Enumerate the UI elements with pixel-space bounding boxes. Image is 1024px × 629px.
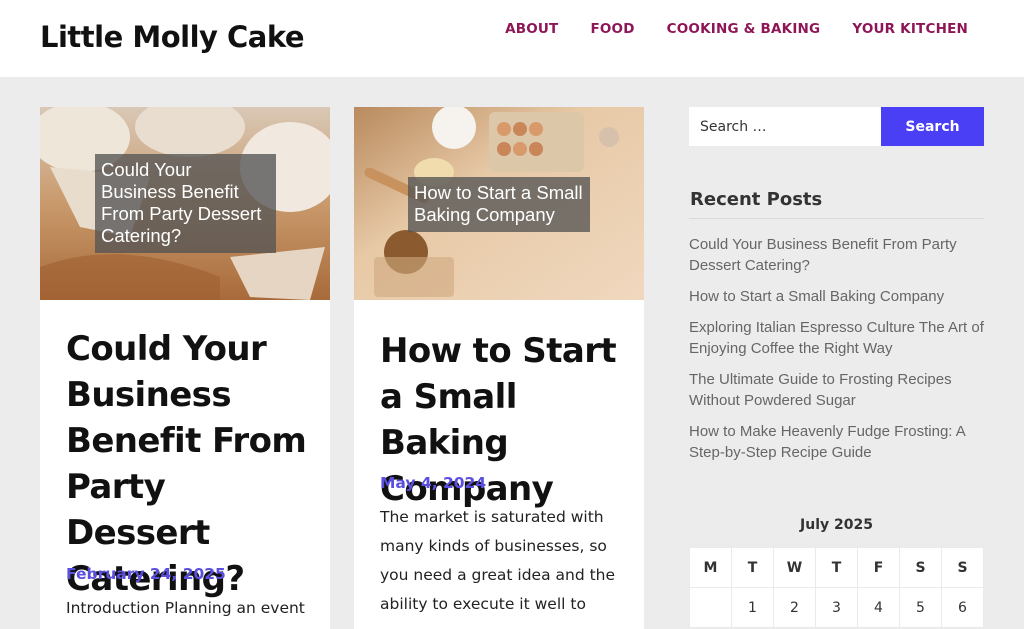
post-thumbnail[interactable]: How to Start a Small Baking Company	[354, 107, 644, 300]
weekday-header: S	[899, 547, 942, 588]
calendar: M T W T F S S 1 2 3 4 5 6	[689, 547, 984, 628]
recent-posts-title: Recent Posts	[690, 189, 823, 210]
calendar-day: 2	[773, 587, 816, 628]
calendar-day: 6	[941, 587, 984, 628]
post-date[interactable]: May 4, 2024	[380, 474, 486, 492]
weekday-header: T	[731, 547, 774, 588]
recent-post-link[interactable]: The Ultimate Guide to Frosting Recipes W…	[689, 371, 952, 409]
list-item: Could Your Business Benefit From Party D…	[689, 234, 984, 276]
calendar-day: 1	[731, 587, 774, 628]
recent-post-link[interactable]: How to Start a Small Baking Company	[689, 288, 944, 305]
recent-post-link[interactable]: How to Make Heavenly Fudge Frosting: A S…	[689, 423, 965, 461]
calendar-day: 5	[899, 587, 942, 628]
recent-posts-list: Could Your Business Benefit From Party D…	[689, 234, 984, 473]
post-card: How to Start a Small Baking Company How …	[354, 107, 644, 629]
calendar-day: 4	[857, 587, 900, 628]
post-title[interactable]: Could Your Business Benefit From Party D…	[66, 326, 316, 602]
weekday-header: W	[773, 547, 816, 588]
recent-post-link[interactable]: Could Your Business Benefit From Party D…	[689, 236, 957, 274]
nav-cooking-baking[interactable]: COOKING & BAKING	[667, 21, 821, 37]
post-thumbnail[interactable]: Could Your Business Benefit From Party D…	[40, 107, 330, 300]
search-button[interactable]: Search	[881, 107, 984, 146]
site-header: Little Molly Cake ABOUT FOOD COOKING & B…	[0, 0, 1024, 77]
calendar-caption: July 2025	[800, 517, 873, 533]
post-excerpt: The market is saturated with many kinds …	[380, 508, 616, 613]
main-nav: ABOUT FOOD COOKING & BAKING YOUR KITCHEN	[505, 21, 968, 37]
thumbnail-caption: How to Start a Small Baking Company	[408, 177, 590, 232]
calendar-week-row: 1 2 3 4 5 6	[689, 587, 984, 628]
calendar-header-row: M T W T F S S	[689, 547, 984, 588]
nav-about[interactable]: ABOUT	[505, 21, 558, 37]
post-date[interactable]: February 24, 2025	[66, 565, 226, 583]
thumbnail-caption: Could Your Business Benefit From Party D…	[95, 154, 276, 253]
list-item: Exploring Italian Espresso Culture The A…	[689, 317, 984, 359]
recent-post-link[interactable]: Exploring Italian Espresso Culture The A…	[689, 319, 984, 357]
widget-divider	[689, 218, 984, 219]
weekday-header: T	[815, 547, 858, 588]
calendar-day: 3	[815, 587, 858, 628]
list-item: How to Start a Small Baking Company	[689, 286, 984, 307]
list-item: The Ultimate Guide to Frosting Recipes W…	[689, 369, 984, 411]
weekday-header: M	[689, 547, 732, 588]
nav-food[interactable]: FOOD	[590, 21, 634, 37]
site-title[interactable]: Little Molly Cake	[40, 20, 305, 54]
nav-your-kitchen[interactable]: YOUR KITCHEN	[852, 21, 968, 37]
weekday-header: S	[941, 547, 984, 588]
list-item: How to Make Heavenly Fudge Frosting: A S…	[689, 421, 984, 463]
search-input[interactable]	[689, 107, 881, 146]
calendar-day	[689, 587, 732, 628]
weekday-header: F	[857, 547, 900, 588]
post-excerpt: Introduction Planning an event	[66, 599, 305, 617]
post-card: Could Your Business Benefit From Party D…	[40, 107, 330, 629]
